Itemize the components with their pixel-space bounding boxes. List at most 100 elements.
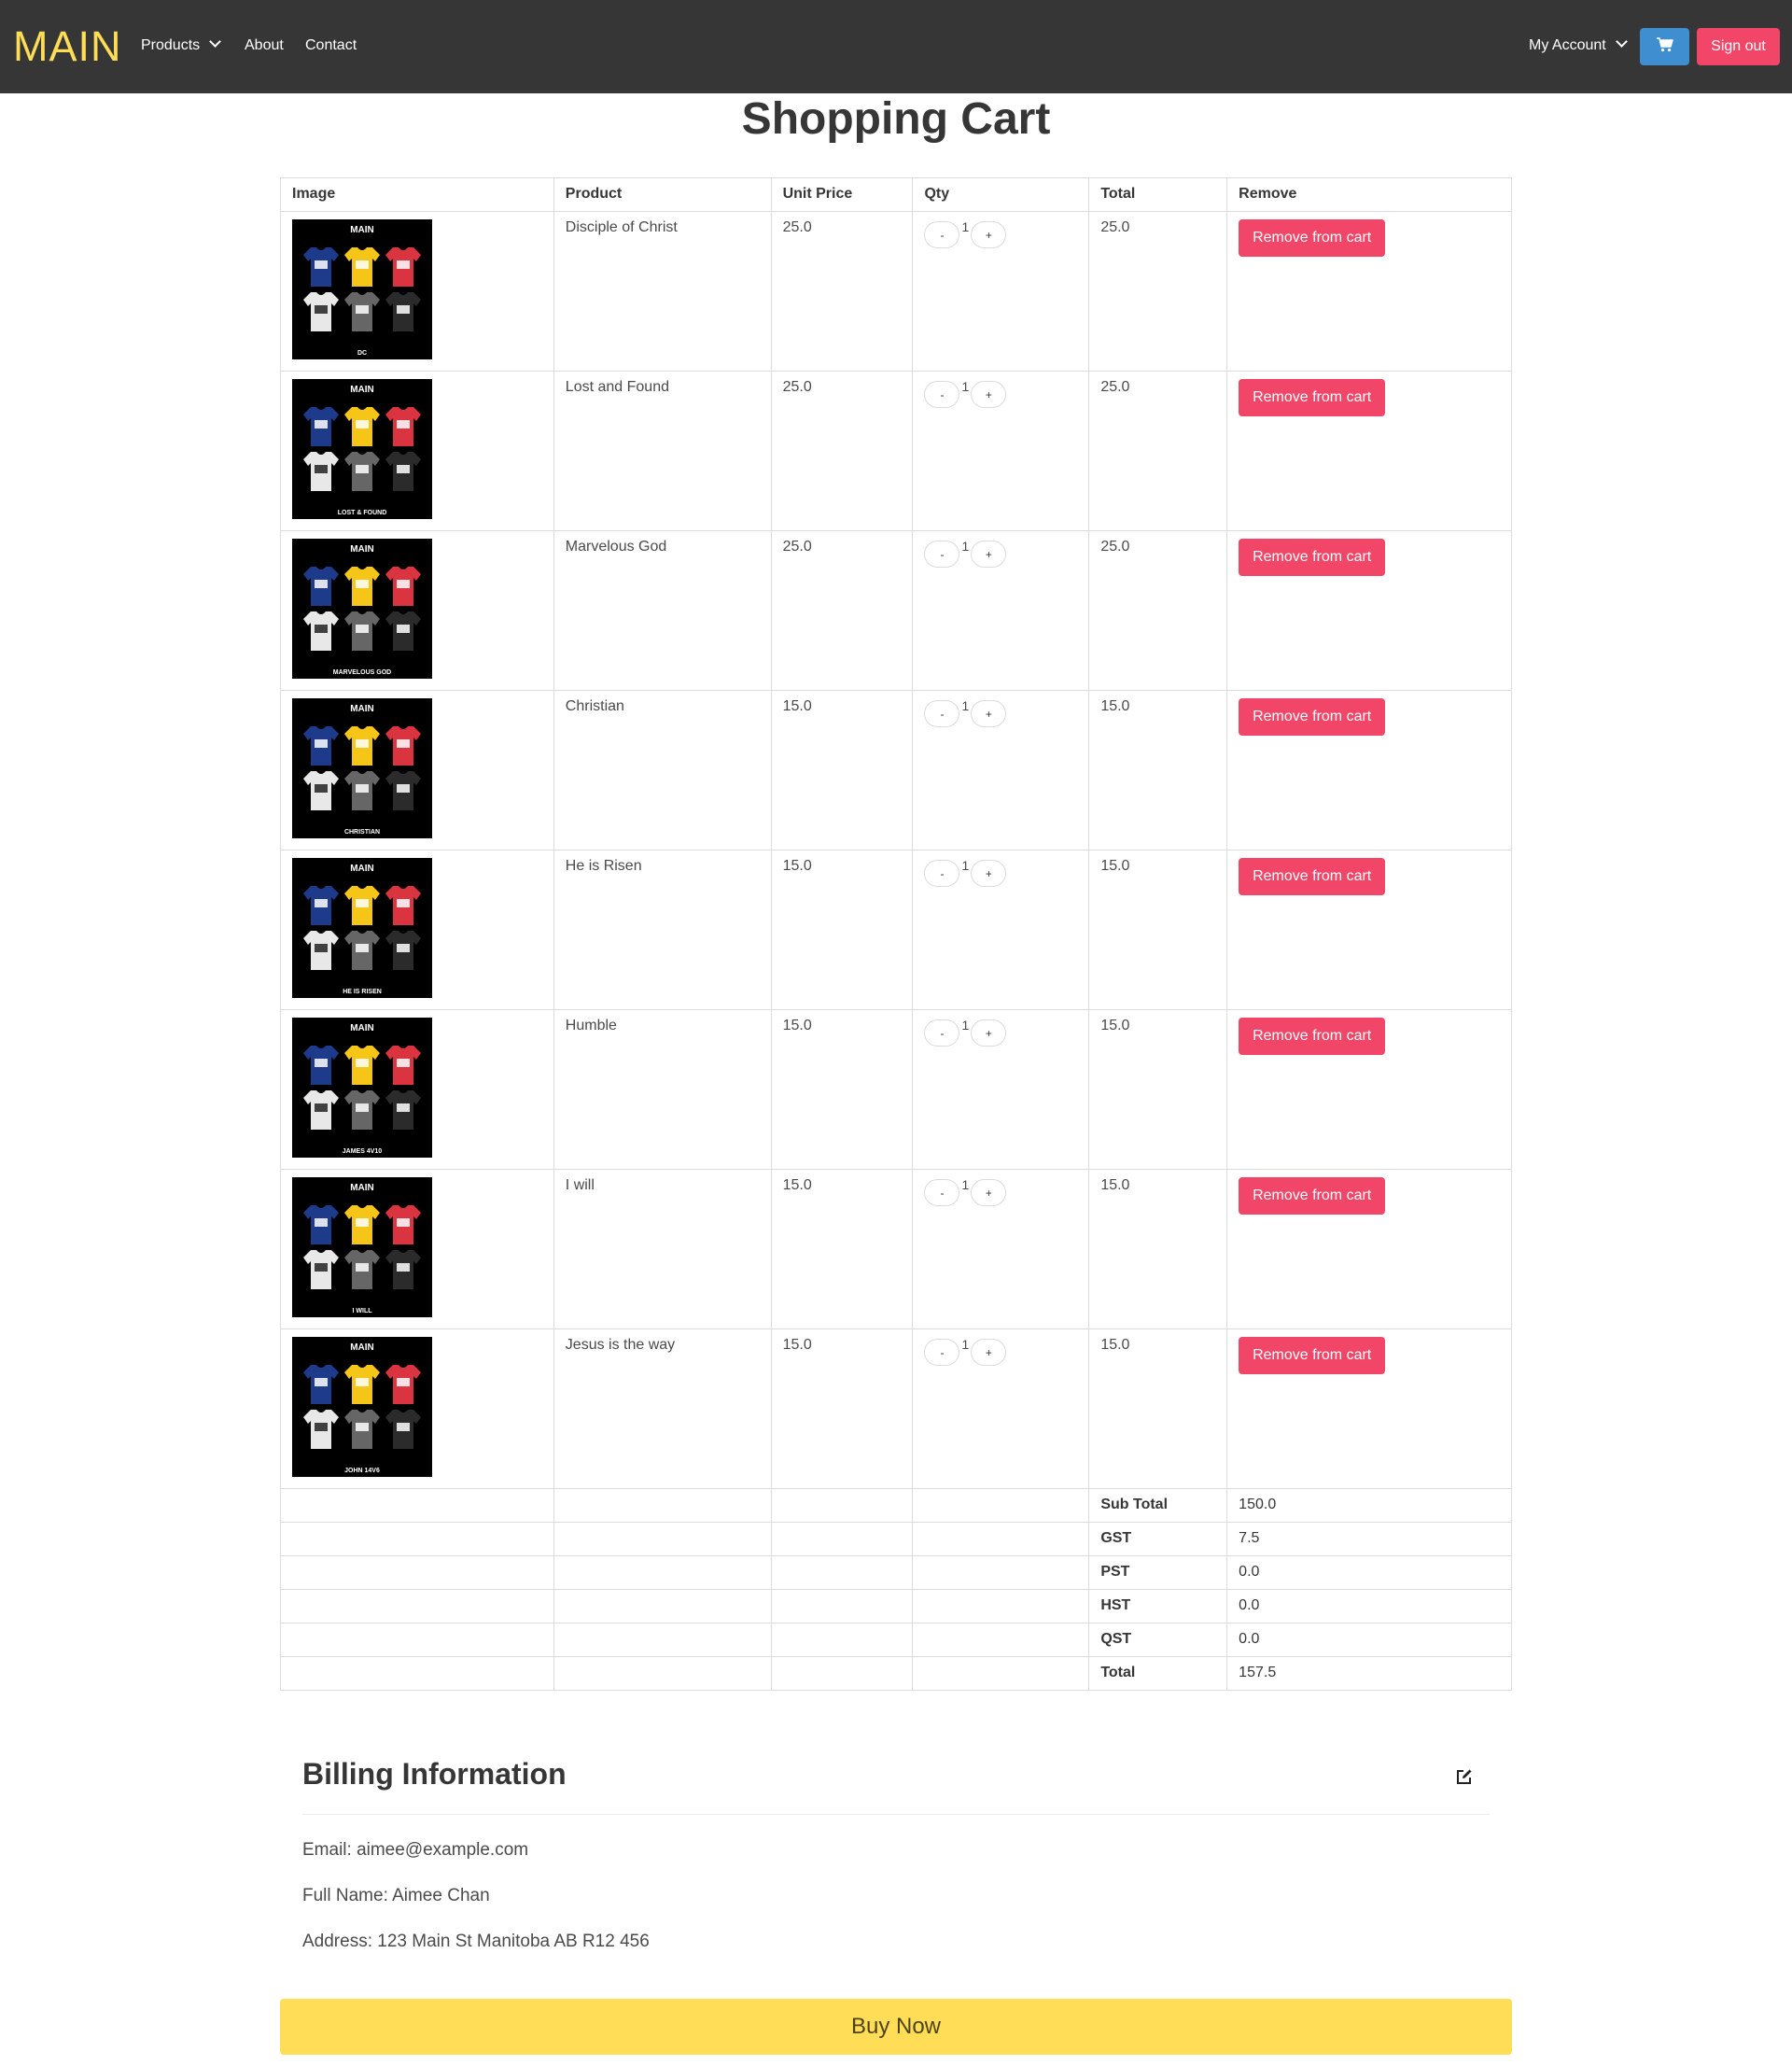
- nav-products-dropdown[interactable]: Products: [141, 35, 222, 56]
- summary-label: Total: [1088, 1656, 1228, 1691]
- qty-value: 1: [961, 1337, 970, 1352]
- line-total: 25.0: [1088, 211, 1228, 372]
- unit-price: 15.0: [770, 690, 914, 850]
- quantity-stepper: -1 +: [924, 379, 1077, 408]
- summary-row: HST 0.0: [280, 1589, 1512, 1623]
- product-image-logo: MAIN: [350, 704, 374, 714]
- empty-cell: [912, 1488, 1090, 1523]
- unit-price: 15.0: [770, 1169, 914, 1329]
- remove-cell: Remove from cart: [1226, 1009, 1512, 1170]
- qty-decrease-button[interactable]: -: [924, 541, 960, 568]
- remove-from-cart-button[interactable]: Remove from cart: [1239, 1337, 1386, 1374]
- qty-decrease-button[interactable]: -: [924, 381, 960, 408]
- header-unit-price: Unit Price: [770, 177, 914, 212]
- qty-increase-button[interactable]: +: [971, 860, 1007, 887]
- billing-email: Email: aimee@example.com: [302, 1840, 529, 1860]
- buy-now-button[interactable]: Buy Now: [280, 1999, 1512, 2055]
- unit-price: 15.0: [770, 850, 914, 1010]
- nav-about-link[interactable]: About: [245, 35, 284, 56]
- remove-from-cart-button[interactable]: Remove from cart: [1239, 379, 1386, 416]
- header-remove: Remove: [1226, 177, 1512, 212]
- unit-price: 15.0: [770, 1009, 914, 1170]
- my-account-label: My Account: [1529, 37, 1606, 53]
- empty-cell: [553, 1623, 772, 1657]
- image-cell: MAIN I WILL: [280, 1169, 554, 1329]
- remove-from-cart-button[interactable]: Remove from cart: [1239, 219, 1386, 257]
- line-total: 15.0: [1088, 690, 1228, 850]
- unit-price: 25.0: [770, 530, 914, 691]
- table-row: MAIN DC Disciple of Christ 25.0-1 +25.0 Remov…: [280, 211, 1512, 372]
- empty-cell: [280, 1623, 554, 1657]
- qty-cell: -1 +: [912, 211, 1090, 372]
- qty-increase-button[interactable]: +: [971, 221, 1007, 248]
- line-total: 15.0: [1088, 1328, 1228, 1489]
- remove-from-cart-button[interactable]: Remove from cart: [1239, 858, 1386, 895]
- qty-decrease-button[interactable]: -: [924, 860, 960, 887]
- image-cell: MAIN DC: [280, 211, 554, 372]
- qty-increase-button[interactable]: +: [971, 700, 1007, 727]
- product-image-logo: MAIN: [350, 544, 374, 555]
- empty-cell: [280, 1522, 554, 1556]
- empty-cell: [770, 1555, 914, 1590]
- summary-row: GST 7.5: [280, 1522, 1512, 1556]
- empty-cell: [553, 1522, 772, 1556]
- remove-from-cart-button[interactable]: Remove from cart: [1239, 1177, 1386, 1215]
- product-name: Christian: [553, 690, 772, 850]
- empty-cell: [912, 1522, 1090, 1556]
- product-image: MAIN CHRISTIAN: [292, 698, 432, 838]
- product-name: Jesus is the way: [553, 1328, 772, 1489]
- my-account-dropdown[interactable]: My Account: [1529, 35, 1628, 56]
- page-title: Shopping Cart: [741, 94, 1051, 144]
- edit-icon[interactable]: [1456, 1768, 1473, 1785]
- brand-logo[interactable]: MAIN: [13, 21, 122, 73]
- remove-from-cart-button[interactable]: Remove from cart: [1239, 698, 1386, 736]
- cart-button[interactable]: [1640, 28, 1689, 65]
- product-image: MAIN DC: [292, 219, 432, 359]
- empty-cell: [770, 1656, 914, 1691]
- qty-increase-button[interactable]: +: [971, 381, 1007, 408]
- summary-label: PST: [1088, 1555, 1228, 1590]
- empty-cell: [553, 1555, 772, 1590]
- qty-decrease-button[interactable]: -: [924, 700, 960, 727]
- product-name: Humble: [553, 1009, 772, 1170]
- chevron-down-icon: [209, 35, 222, 48]
- qty-cell: -1 +: [912, 1169, 1090, 1329]
- remove-cell: Remove from cart: [1226, 1328, 1512, 1489]
- qty-decrease-button[interactable]: -: [924, 1179, 960, 1206]
- qty-decrease-button[interactable]: -: [924, 221, 960, 248]
- qty-increase-button[interactable]: +: [971, 1019, 1007, 1047]
- header-image: Image: [280, 177, 554, 212]
- remove-from-cart-button[interactable]: Remove from cart: [1239, 539, 1386, 576]
- qty-cell: -1 +: [912, 690, 1090, 850]
- qty-value: 1: [961, 379, 970, 394]
- image-cell: MAIN JOHN 14V6: [280, 1328, 554, 1489]
- empty-cell: [553, 1488, 772, 1523]
- product-name: I will: [553, 1169, 772, 1329]
- cart-table: Image Product Unit Price Qty Total Remov…: [280, 177, 1512, 1691]
- qty-increase-button[interactable]: +: [971, 1179, 1007, 1206]
- empty-cell: [553, 1656, 772, 1691]
- table-row: MAIN I WILL I will 15.0-1 +15.0 Remove from c…: [280, 1169, 1512, 1329]
- sign-out-button[interactable]: Sign out: [1697, 28, 1780, 65]
- qty-increase-button[interactable]: +: [971, 1339, 1007, 1366]
- remove-cell: Remove from cart: [1226, 371, 1512, 531]
- nav-contact-link[interactable]: Contact: [305, 35, 357, 56]
- empty-cell: [770, 1623, 914, 1657]
- product-image: MAIN JOHN 14V6: [292, 1337, 432, 1477]
- product-name: Lost and Found: [553, 371, 772, 531]
- qty-increase-button[interactable]: +: [971, 541, 1007, 568]
- chevron-down-icon: [1615, 35, 1628, 48]
- qty-value: 1: [961, 858, 970, 873]
- summary-label: Sub Total: [1088, 1488, 1228, 1523]
- product-image-logo: MAIN: [350, 864, 374, 874]
- qty-cell: -1 +: [912, 850, 1090, 1010]
- remove-from-cart-button[interactable]: Remove from cart: [1239, 1018, 1386, 1055]
- qty-decrease-button[interactable]: -: [924, 1339, 960, 1366]
- unit-price: 15.0: [770, 1328, 914, 1489]
- qty-value: 1: [961, 698, 970, 713]
- empty-cell: [280, 1656, 554, 1691]
- product-image-logo: MAIN: [350, 385, 374, 395]
- qty-decrease-button[interactable]: -: [924, 1019, 960, 1047]
- product-name: Marvelous God: [553, 530, 772, 691]
- quantity-stepper: -1 +: [924, 1337, 1077, 1366]
